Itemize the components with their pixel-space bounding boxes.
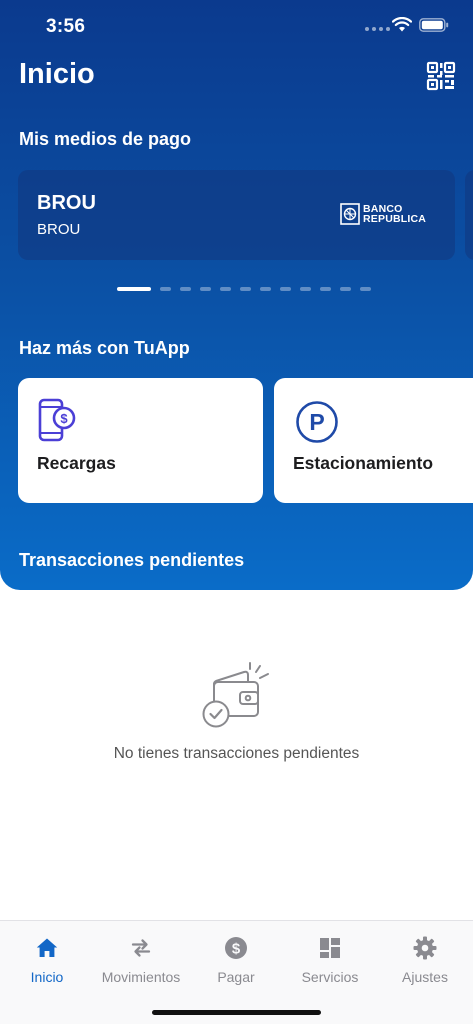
svg-text:P: P (309, 409, 324, 435)
tab-servicios[interactable]: Servicios (283, 921, 377, 997)
carousel-dot (200, 287, 211, 291)
tab-bar: Inicio Movimientos $ Pagar Servicios Aju… (0, 920, 473, 1024)
feature-card-estacionamiento[interactable]: P Estacionamiento (274, 378, 473, 503)
feature-label-estacionamiento: Estacionamiento (293, 453, 434, 473)
payment-card-next[interactable] (465, 170, 473, 260)
status-time: 3:56 (46, 16, 86, 37)
tab-inicio[interactable]: Inicio (0, 921, 94, 997)
tab-label-inicio: Inicio (30, 969, 64, 985)
payment-card-brou[interactable]: BROU BROU BANCO REPUBLICA (18, 170, 455, 260)
payment-methods-title: Mis medios de pago (19, 129, 192, 149)
carousel-dot (360, 287, 371, 291)
carousel-dot (240, 287, 251, 291)
carousel-dot (117, 287, 151, 291)
card-name: BROU (37, 192, 96, 214)
carousel-dot (180, 287, 191, 291)
tab-movimientos[interactable]: Movimientos (94, 921, 188, 997)
bank-emblem-icon (340, 203, 360, 225)
transfer-arrows-icon (131, 939, 151, 957)
page-title: Inicio (19, 58, 95, 90)
wallet-check-icon (202, 662, 269, 728)
card-subtitle: BROU (37, 221, 81, 238)
carousel-dot (300, 287, 311, 291)
features-title: Haz más con TuApp (19, 338, 190, 358)
feature-label-recargas: Recargas (37, 453, 116, 473)
signal-icon (365, 27, 390, 31)
wifi-icon (392, 17, 412, 32)
empty-state-text: No tienes transacciones pendientes (113, 745, 360, 762)
carousel-dot (260, 287, 271, 291)
pending-title: Transacciones pendientes (19, 550, 245, 570)
tab-label-movimientos: Movimientos (101, 969, 181, 985)
tab-label-servicios: Servicios (301, 969, 359, 985)
feature-card-recargas[interactable]: $ Recargas (18, 378, 263, 503)
tab-ajustes[interactable]: Ajustes (378, 921, 472, 997)
phone-recharge-icon: $ (38, 398, 76, 442)
status-bar: 3:56 (0, 0, 473, 52)
carousel-dot (160, 287, 171, 291)
dollar-coin-icon: $ (225, 937, 247, 959)
home-icon (36, 938, 58, 957)
gear-icon (413, 936, 437, 960)
svg-text:$: $ (232, 941, 241, 958)
tab-label-ajustes: Ajustes (402, 969, 448, 985)
carousel-dot (320, 287, 331, 291)
svg-text:$: $ (60, 411, 68, 426)
battery-icon (419, 18, 449, 32)
tab-pagar[interactable]: $ Pagar (189, 921, 283, 997)
bank-logo-line2: REPUBLICA (363, 213, 427, 225)
tab-label-pagar: Pagar (217, 969, 255, 985)
grid-icon (320, 938, 340, 958)
qr-code-icon[interactable] (425, 60, 457, 92)
bank-logo: BANCO REPUBLICA (340, 203, 426, 225)
carousel-dot (340, 287, 351, 291)
carousel-dot (220, 287, 231, 291)
carousel-dot (280, 287, 291, 291)
home-indicator (152, 1010, 321, 1015)
hero-header: 3:56 Inicio Mis medios de pago BROU BROU… (0, 0, 473, 590)
parking-icon: P (296, 401, 338, 443)
carousel-page-indicator (117, 287, 371, 291)
